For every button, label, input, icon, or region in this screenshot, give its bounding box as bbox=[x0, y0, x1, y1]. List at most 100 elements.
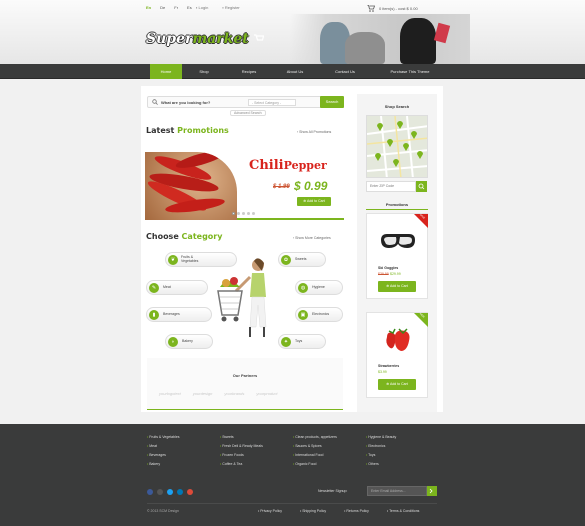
add-to-cart-button[interactable]: ⊕ Add to Cart bbox=[378, 379, 416, 390]
promotions-sidebar-title: Promotions bbox=[385, 202, 409, 207]
promotions-heading-accent: Promotions bbox=[177, 126, 229, 135]
search-icon bbox=[418, 183, 425, 190]
partner-logo[interactable]: yourdesign bbox=[193, 391, 213, 396]
zip-search-button[interactable] bbox=[416, 181, 427, 192]
category-meat[interactable]: ✎ Meat bbox=[146, 280, 208, 295]
promo-new-price: $ 0.99 bbox=[294, 179, 328, 193]
promo-add-to-cart-button[interactable]: ⊕ Add to Cart bbox=[297, 197, 331, 206]
footer-link[interactable]: Beverages bbox=[147, 451, 180, 460]
footer-link[interactable]: Others bbox=[366, 460, 396, 469]
shopper-with-cart-image bbox=[217, 258, 267, 337]
lang-de[interactable]: De bbox=[160, 5, 165, 10]
terms-link[interactable]: • Terms & Conditions bbox=[387, 509, 420, 513]
category-toys[interactable]: ✦ Toys bbox=[278, 334, 326, 349]
cart-icon bbox=[367, 5, 375, 12]
footer-col-1: Fruits & Vegetables Meat Beverages Baker… bbox=[147, 433, 180, 469]
cart-summary[interactable]: 0 item(s) - cost $ 0.00 bbox=[367, 5, 418, 12]
zip-code-input[interactable]: Enter ZIP Code bbox=[366, 181, 416, 192]
add-to-cart-button[interactable]: ⊕ Add to Cart bbox=[378, 281, 416, 292]
linkedin-icon[interactable] bbox=[177, 489, 183, 495]
search-button[interactable]: Search bbox=[320, 96, 344, 108]
product-new-price: $29.99 bbox=[390, 272, 401, 276]
shipping-policy-link[interactable]: • Shipping Policy bbox=[300, 509, 326, 513]
footer-link[interactable]: Fruits & Vegetables bbox=[147, 433, 179, 442]
nav-item-about[interactable]: About Us bbox=[272, 64, 318, 79]
category-select[interactable]: - Select Category - bbox=[248, 99, 296, 106]
category-label: Fruits & Vegetables bbox=[181, 255, 199, 263]
facebook-icon[interactable] bbox=[147, 489, 153, 495]
partner-logo[interactable]: yourproduct bbox=[256, 391, 277, 396]
nav-item-recipes[interactable]: Recipes bbox=[226, 64, 272, 79]
slider-dot[interactable] bbox=[252, 212, 255, 215]
footer-link[interactable]: Meat bbox=[147, 442, 180, 451]
logo-text-accent: market bbox=[192, 31, 249, 47]
slider-dot[interactable] bbox=[247, 212, 250, 215]
category-sweets[interactable]: ✿ Sweets bbox=[278, 252, 326, 267]
promo-title-line1: Chili bbox=[249, 158, 284, 173]
rss-icon[interactable] bbox=[157, 489, 163, 495]
twitter-icon[interactable] bbox=[167, 489, 173, 495]
footer-divider bbox=[147, 503, 437, 504]
partner-logo[interactable]: yourlogotext bbox=[159, 391, 181, 396]
nav-item-shop[interactable]: Shop bbox=[182, 64, 226, 79]
google-plus-icon[interactable] bbox=[187, 489, 193, 495]
footer-link[interactable]: Frozen Foods bbox=[220, 451, 263, 460]
promo-title-line2: Pepper bbox=[283, 159, 327, 172]
site-logo[interactable]: Supermarket bbox=[146, 31, 264, 47]
nav-item-contact[interactable]: Contact Us bbox=[318, 64, 372, 79]
add-to-cart-label: Add to Cart bbox=[390, 284, 408, 288]
store-map[interactable] bbox=[366, 115, 428, 178]
returns-policy-link[interactable]: • Returns Policy bbox=[344, 509, 369, 513]
account-links: ▪ Login ▪ Register bbox=[196, 5, 240, 10]
nav-item-home[interactable]: Home bbox=[150, 64, 182, 79]
lang-es[interactable]: Es bbox=[187, 5, 192, 10]
footer-policy-links: • Privacy Policy • Shipping Policy • Ret… bbox=[258, 509, 419, 513]
product-name[interactable]: Ski Goggles bbox=[378, 266, 398, 270]
footer-link[interactable]: International Food bbox=[293, 451, 337, 460]
footer-link[interactable]: Clean products, appetizers bbox=[293, 433, 337, 442]
cart-total-text: 0 item(s) - cost $ 0.00 bbox=[379, 6, 418, 11]
category-label: Electronics bbox=[312, 312, 330, 316]
bread-icon: ◗ bbox=[168, 337, 178, 347]
lang-fr[interactable]: Fr bbox=[174, 5, 178, 10]
promotions-heading: Latest Promotions bbox=[146, 126, 229, 135]
partners-section: Our Partners yourlogotext yourdesign you… bbox=[147, 358, 343, 410]
footer-col-2: Sweets Fresh Deli & Ready Meals Frozen F… bbox=[220, 433, 263, 469]
category-bakery[interactable]: ◗ Bakery bbox=[165, 334, 213, 349]
footer-link[interactable]: Electronics bbox=[366, 442, 396, 451]
footer-link[interactable]: Fresh Deli & Ready Meals bbox=[220, 442, 263, 451]
register-link[interactable]: ▪ Register bbox=[222, 5, 239, 10]
search-input[interactable]: What are you looking for? bbox=[161, 100, 210, 105]
show-all-promotions-link[interactable]: › Show All Promotions bbox=[297, 130, 331, 134]
slider-dot[interactable] bbox=[232, 212, 235, 215]
footer-link[interactable]: Toys bbox=[366, 451, 396, 460]
footer-link[interactable]: Organic Food bbox=[293, 460, 337, 469]
login-link[interactable]: ▪ Login bbox=[196, 5, 208, 10]
product-name[interactable]: Strawberries bbox=[378, 364, 399, 368]
category-hygiene[interactable]: ◍ Hygiene bbox=[295, 280, 343, 295]
footer-link[interactable]: Sauces & Spices bbox=[293, 442, 337, 451]
slider-dots bbox=[232, 212, 255, 215]
footer-link[interactable]: Coffee & Tea bbox=[220, 460, 263, 469]
map-graphic bbox=[367, 116, 427, 177]
newsletter-submit-button[interactable] bbox=[427, 486, 437, 496]
lang-en[interactable]: En bbox=[146, 5, 151, 10]
category-electronics[interactable]: ▣ Electronics bbox=[295, 307, 343, 322]
nav-item-purchase[interactable]: Purchase This Theme bbox=[372, 64, 448, 79]
footer-link[interactable]: Bakery bbox=[147, 460, 180, 469]
cart-icon: ⊕ bbox=[386, 382, 390, 386]
advanced-search-link[interactable]: Advanced Search bbox=[230, 110, 266, 116]
slider-dot[interactable] bbox=[242, 212, 245, 215]
privacy-policy-link[interactable]: • Privacy Policy bbox=[258, 509, 282, 513]
categories-heading: Choose Category bbox=[146, 232, 222, 241]
slider-dot[interactable] bbox=[237, 212, 240, 215]
show-more-categories-link[interactable]: › Show More Categories bbox=[293, 236, 331, 240]
footer-link[interactable]: Hygiene & Beauty bbox=[366, 433, 396, 442]
search-icon bbox=[152, 99, 158, 105]
soap-icon: ◍ bbox=[298, 283, 308, 293]
newsletter-email-input[interactable]: Enter Email Address... bbox=[367, 486, 427, 496]
partner-logo[interactable]: yourbrands bbox=[224, 391, 244, 396]
footer-link[interactable]: Sweets bbox=[220, 433, 263, 442]
category-beverages[interactable]: ▮ Beverages bbox=[146, 307, 212, 322]
footer-col-4: Hygiene & Beauty Electronics Toys Others bbox=[366, 433, 396, 469]
